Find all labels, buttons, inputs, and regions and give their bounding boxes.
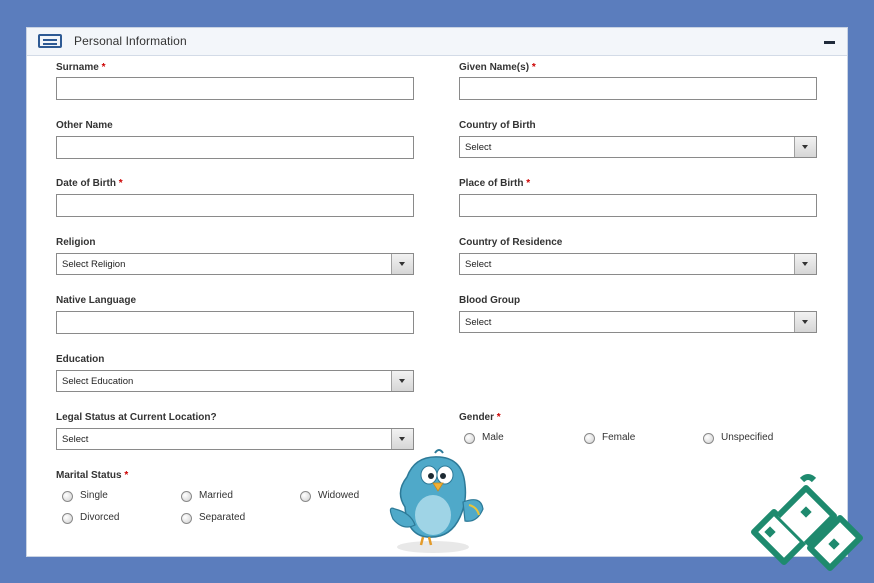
country-of-birth-select[interactable]: Select <box>459 136 817 158</box>
legal-status-label: Legal Status at Current Location? <box>56 412 217 423</box>
radio-button[interactable] <box>181 491 192 502</box>
radio-button[interactable] <box>703 433 714 444</box>
surname-label: Surname * <box>56 62 106 73</box>
country-of-birth-select-value: Select <box>465 142 492 153</box>
date-of-birth-label: Date of Birth * <box>56 178 123 189</box>
legal-status-select[interactable]: Select <box>56 428 414 450</box>
given-names-input[interactable] <box>459 77 817 100</box>
radio-label: Male <box>482 432 504 443</box>
country-of-residence-select[interactable]: Select <box>459 253 817 275</box>
country-of-residence-label: Country of Residence <box>459 237 563 248</box>
chevron-down-icon[interactable] <box>391 254 413 274</box>
blood-group-label: Blood Group <box>459 295 521 306</box>
collapse-icon[interactable] <box>823 34 837 48</box>
place-of-birth-label: Place of Birth * <box>459 178 531 189</box>
radio-label: Female <box>602 432 636 443</box>
legal-status-select-value: Select <box>62 434 89 445</box>
chevron-down-icon[interactable] <box>391 429 413 449</box>
education-select-value: Select Education <box>62 376 134 387</box>
blood-group-select[interactable]: Select <box>459 311 817 333</box>
panel-title: Personal Information <box>74 34 187 48</box>
radio-label: Married <box>199 490 233 501</box>
native-language-input[interactable] <box>56 311 414 334</box>
religion-label: Religion <box>56 237 96 248</box>
radio-button[interactable] <box>181 513 192 524</box>
gender-label: Gender * <box>459 412 501 423</box>
radio-button[interactable] <box>62 491 73 502</box>
other-name-label: Other Name <box>56 120 113 131</box>
panel-header[interactable]: Personal Information <box>27 28 847 56</box>
country-of-birth-label: Country of Birth <box>459 120 536 131</box>
radio-label: Single <box>80 490 108 501</box>
other-name-input[interactable] <box>56 136 414 159</box>
blood-group-select-value: Select <box>465 317 492 328</box>
chevron-down-icon[interactable] <box>794 254 816 274</box>
place-of-birth-input[interactable] <box>459 194 817 217</box>
country-of-residence-select-value: Select <box>465 259 492 270</box>
chevron-down-icon[interactable] <box>794 137 816 157</box>
brand-logo-icon <box>751 474 863 571</box>
radio-label: Separated <box>199 512 246 523</box>
native-language-label: Native Language <box>56 295 137 306</box>
marital-status-label: Marital Status * <box>56 470 129 481</box>
radio-button[interactable] <box>62 513 73 524</box>
radio-label: Divorced <box>80 512 120 523</box>
education-select[interactable]: Select Education <box>56 370 414 392</box>
radio-button[interactable] <box>300 491 311 502</box>
date-of-birth-input[interactable] <box>56 194 414 217</box>
surname-input[interactable] <box>56 77 414 100</box>
radio-button[interactable] <box>464 433 475 444</box>
religion-select-value: Select Religion <box>62 259 126 270</box>
chevron-down-icon[interactable] <box>794 312 816 332</box>
id-card-icon <box>38 34 62 48</box>
education-label: Education <box>56 354 105 365</box>
radio-button[interactable] <box>584 433 595 444</box>
bird-mascot-icon <box>389 449 484 553</box>
religion-select[interactable]: Select Religion <box>56 253 414 275</box>
chevron-down-icon[interactable] <box>391 371 413 391</box>
given-names-label: Given Name(s) * <box>459 62 536 73</box>
radio-label: Unspecified <box>721 432 774 443</box>
radio-label: Widowed <box>318 490 360 501</box>
